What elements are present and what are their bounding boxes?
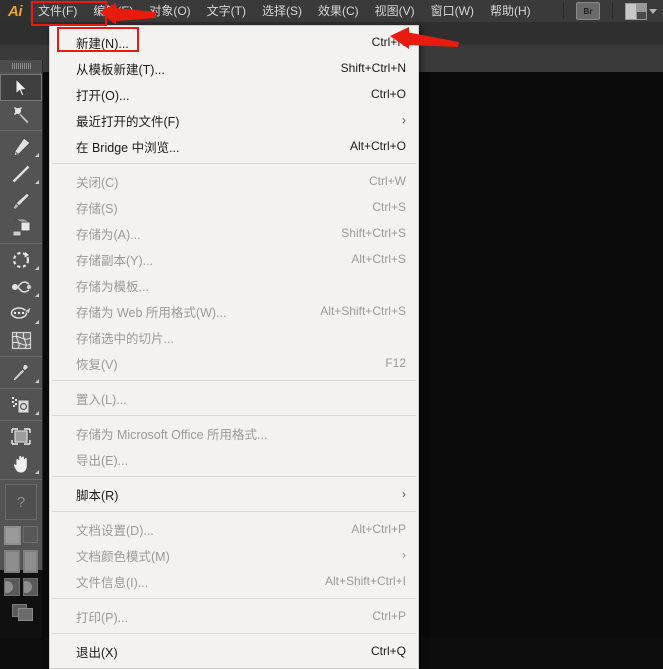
symbol-sprayer-tool[interactable] <box>0 391 42 418</box>
tool-flyout-corner-icon <box>35 470 39 474</box>
menu-item-browse-in-bridge[interactable]: 在 Bridge 中浏览... Alt+Ctrl+O <box>50 133 418 159</box>
illustrator-window: ? Ai 文件(F) 编辑(E) 对象(O) 文字(T) 选择(S) 效果(C)… <box>0 0 663 669</box>
tools-panel[interactable]: ? <box>0 60 43 621</box>
menu-bar-right-controls: Br <box>557 2 663 20</box>
menu-window[interactable]: 窗口(W) <box>423 0 482 22</box>
divider <box>612 3 613 19</box>
menu-item-close[interactable]: 关闭(C) Ctrl+W <box>50 168 418 194</box>
workspace-switcher-button[interactable] <box>625 2 657 20</box>
menu-item-save-a-copy[interactable]: 存储副本(Y)... Alt+Ctrl+S <box>50 246 418 272</box>
tool-flyout-corner-icon <box>35 379 39 383</box>
tool-flyout-corner-icon <box>35 320 39 324</box>
none-mode-button[interactable] <box>22 578 38 596</box>
menu-separator <box>52 476 416 477</box>
tool-group-selection <box>0 72 42 131</box>
color-swatch-primary[interactable] <box>4 550 20 573</box>
menu-item-export[interactable]: 导出(E)... <box>50 446 418 472</box>
menu-separator <box>52 511 416 512</box>
artboard-tool[interactable] <box>0 423 42 450</box>
blend-tool[interactable] <box>0 300 42 327</box>
file-menu-dropdown[interactable]: 新建(N)... Ctrl+N 从模板新建(T)... Shift+Ctrl+N… <box>49 25 419 669</box>
question-mark-icon[interactable]: ? <box>5 484 37 520</box>
color-swatch-secondary[interactable] <box>22 550 38 573</box>
line-segment-tool[interactable] <box>0 160 42 187</box>
chevron-right-icon: › <box>402 113 406 127</box>
tool-group-transform <box>0 244 42 357</box>
fill-stroke-swatches[interactable] <box>0 524 42 547</box>
menu-separator <box>52 633 416 634</box>
tool-group-view <box>0 421 42 480</box>
stroke-swatch[interactable] <box>23 526 38 543</box>
menu-item-exit[interactable]: 退出(X) Ctrl+Q <box>50 638 418 664</box>
menu-separator <box>52 380 416 381</box>
selection-tool[interactable] <box>0 74 42 101</box>
color-swatch-row[interactable] <box>0 547 42 576</box>
menu-type[interactable]: 文字(T) <box>199 0 254 22</box>
menu-item-new[interactable]: 新建(N)... Ctrl+N <box>50 29 418 55</box>
eyedropper-tool[interactable] <box>0 359 42 386</box>
menu-object[interactable]: 对象(O) <box>141 0 198 22</box>
menu-item-save-as-template[interactable]: 存储为模板... <box>50 272 418 298</box>
menu-view[interactable]: 视图(V) <box>367 0 423 22</box>
tool-flyout-corner-icon <box>35 180 39 184</box>
tool-flyout-corner-icon <box>35 153 39 157</box>
tool-flyout-corner-icon <box>35 293 39 297</box>
paintbrush-tool[interactable] <box>0 187 42 214</box>
tool-group-eyedropper <box>0 357 42 389</box>
width-tool[interactable] <box>0 273 42 300</box>
menu-separator <box>52 415 416 416</box>
menu-select[interactable]: 选择(S) <box>254 0 310 22</box>
tool-flyout-corner-icon <box>35 411 39 415</box>
menu-item-save-for-web[interactable]: 存储为 Web 所用格式(W)... Alt+Shift+Ctrl+S <box>50 298 418 324</box>
mesh-tool[interactable] <box>0 327 42 354</box>
menu-item-document-setup[interactable]: 文档设置(D)... Alt+Ctrl+P <box>50 516 418 542</box>
menu-item-scripts[interactable]: 脚本(R) › <box>50 481 418 507</box>
hand-tool[interactable] <box>0 450 42 477</box>
menu-bar: Ai 文件(F) 编辑(E) 对象(O) 文字(T) 选择(S) 效果(C) 视… <box>0 0 663 22</box>
chevron-right-icon: › <box>402 548 406 562</box>
divider <box>563 3 564 19</box>
menu-separator <box>52 163 416 164</box>
menu-item-print[interactable]: 打印(P)... Ctrl+P <box>50 603 418 629</box>
menu-item-document-color-mode[interactable]: 文档颜色模式(M) › <box>50 542 418 568</box>
menu-item-list: 文件(F) 编辑(E) 对象(O) 文字(T) 选择(S) 效果(C) 视图(V… <box>30 0 539 22</box>
shape-builder-tool[interactable] <box>0 214 42 241</box>
bridge-icon[interactable]: Br <box>576 2 600 20</box>
menu-help[interactable]: 帮助(H) <box>482 0 539 22</box>
magic-wand-tool[interactable] <box>0 101 42 128</box>
fill-swatch[interactable] <box>4 526 21 545</box>
menu-item-revert[interactable]: 恢复(V) F12 <box>50 350 418 376</box>
pen-tool[interactable] <box>0 133 42 160</box>
menu-edit[interactable]: 编辑(E) <box>85 0 141 22</box>
menu-item-new-from-template[interactable]: 从模板新建(T)... Shift+Ctrl+N <box>50 55 418 81</box>
menu-item-open[interactable]: 打开(O)... Ctrl+O <box>50 81 418 107</box>
tool-flyout-corner-icon <box>35 266 39 270</box>
screen-mode-button[interactable] <box>0 598 42 624</box>
menu-separator <box>52 598 416 599</box>
tool-group-draw <box>0 131 42 244</box>
menu-item-open-recent[interactable]: 最近打开的文件(F) › <box>50 107 418 133</box>
gradient-mode-button[interactable] <box>4 578 20 596</box>
menu-effect[interactable]: 效果(C) <box>310 0 367 22</box>
menu-item-file-info[interactable]: 文件信息(I)... Alt+Shift+Ctrl+I <box>50 568 418 594</box>
chevron-down-icon <box>649 8 657 14</box>
tools-panel-grip[interactable] <box>0 60 42 72</box>
menu-item-save-selected-slices[interactable]: 存储选中的切片... <box>50 324 418 350</box>
menu-item-place[interactable]: 置入(L)... <box>50 385 418 411</box>
app-logo: Ai <box>0 0 30 22</box>
tool-group-symbol <box>0 389 42 421</box>
chevron-right-icon: › <box>402 487 406 501</box>
menu-item-save-for-office[interactable]: 存储为 Microsoft Office 所用格式... <box>50 420 418 446</box>
menu-file[interactable]: 文件(F) <box>30 0 86 22</box>
menu-item-save[interactable]: 存储(S) Ctrl+S <box>50 194 418 220</box>
layout-switcher-icon <box>625 2 647 20</box>
rotate-tool[interactable] <box>0 246 42 273</box>
color-mode-buttons[interactable] <box>0 576 42 598</box>
menu-item-save-as[interactable]: 存储为(A)... Shift+Ctrl+S <box>50 220 418 246</box>
